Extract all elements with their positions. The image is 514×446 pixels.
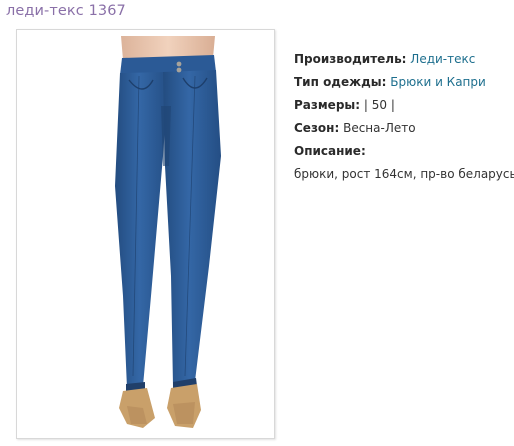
pants-icon [115,36,221,428]
spec-sizes: Размеры: | 50 | [294,94,514,117]
description-text: брюки, рост 164см, пр-во беларусь [294,167,514,181]
spec-season: Сезон: Весна-Лето [294,117,514,140]
spec-label: Размеры: [294,98,361,112]
spec-manufacturer: Производитель: Леди-текс [294,48,514,71]
sizes-value: | 50 | [363,98,395,112]
spec-label: Сезон: [294,121,340,135]
clothing-type-link[interactable]: Брюки и Капри [390,75,486,89]
spec-label: Производитель: [294,52,407,66]
manufacturer-link[interactable]: Леди-текс [410,52,475,66]
product-photo-inner [23,36,268,432]
spec-label: Тип одежды: [294,75,387,89]
spec-description-label-row: Описание: [294,140,514,163]
spec-label: Описание: [294,144,366,158]
product-specs: Производитель: Леди-текс Тип одежды: Брю… [294,48,514,186]
product-title: леди-текс 1367 [6,3,126,19]
season-value: Весна-Лето [343,121,416,135]
product-photo[interactable] [16,29,275,439]
spec-clothing-type: Тип одежды: Брюки и Капри [294,71,514,94]
